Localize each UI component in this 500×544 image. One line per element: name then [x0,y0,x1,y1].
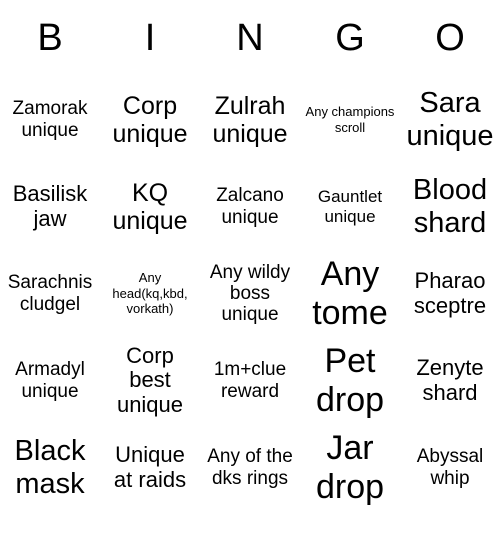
bingo-header-letter-i: I [144,17,156,59]
bingo-cell-label: Corp best unique [116,342,184,417]
bingo-cell-label: 1m+clue reward [213,359,287,402]
bingo-cell[interactable]: Unique at raids [100,424,200,511]
bingo-cell[interactable]: Sarachnis cludgel [0,250,100,337]
bingo-cell[interactable]: Any head(kq,kbd, vorkath) [100,250,200,337]
bingo-cell-label: Zalcano unique [216,185,284,228]
bingo-cell[interactable]: Any tome [300,250,400,337]
bingo-cell[interactable]: Basilisk jaw [0,163,100,250]
bingo-header-letter-o: O [435,17,465,59]
bingo-cell[interactable]: Sara unique [400,76,500,163]
bingo-cell[interactable]: 1m+clue reward [200,337,300,424]
bingo-cell-label: KQ unique [112,178,188,235]
bingo-cell-label: Jar drop [315,429,385,506]
bingo-cell[interactable]: Any wildy boss unique [200,250,300,337]
bingo-cell[interactable]: Corp unique [100,76,200,163]
bingo-cell-label: Any of the dks rings [207,446,293,489]
card-bottom-spacer [0,511,500,544]
bingo-header: B I N G O [0,0,500,76]
bingo-cell-label: Sarachnis cludgel [7,272,93,315]
bingo-cell[interactable]: Any champions scroll [300,76,400,163]
bingo-cell-label: Blood shard [412,174,488,239]
bingo-cell[interactable]: Zenyte shard [400,337,500,424]
bingo-cell[interactable]: Blood shard [400,163,500,250]
bingo-cell-label: Pharao sceptre [413,267,487,318]
bingo-cell-label: Any champions scroll [305,103,395,135]
bingo-cell[interactable]: Black mask [0,424,100,511]
bingo-header-letter-n: N [236,17,264,59]
bingo-header-letter-g: G [335,17,365,59]
bingo-cell[interactable]: Pet drop [300,337,400,424]
bingo-cell-label: Basilisk jaw [12,180,88,231]
bingo-cell[interactable]: Jar drop [300,424,400,511]
bingo-cell[interactable]: Zulrah unique [200,76,300,163]
bingo-grid: Zamorak unique Corp unique Zulrah unique An… [0,76,500,511]
bingo-cell-label: Black mask [14,435,86,500]
bingo-cell-label: Zenyte shard [416,354,484,405]
bingo-cell[interactable]: Any of the dks rings [200,424,300,511]
bingo-cell[interactable]: Zamorak unique [0,76,100,163]
bingo-cell[interactable]: Armadyl unique [0,337,100,424]
bingo-cell-label: Pet drop [315,342,385,419]
bingo-cell[interactable]: Zalcano unique [200,163,300,250]
bingo-cell-label: Any wildy boss unique [209,261,291,326]
bingo-cell[interactable]: Abyssal whip [400,424,500,511]
bingo-cell-label: Zulrah unique [212,91,288,148]
bingo-cell-label: Sara unique [406,87,494,152]
bingo-cell-label: Any tome [312,255,388,332]
bingo-cell-label: Zamorak unique [12,98,88,141]
bingo-cell[interactable]: Pharao sceptre [400,250,500,337]
bingo-cell[interactable]: Corp best unique [100,337,200,424]
bingo-card: B I N G O Zamorak unique Corp unique Zulra… [0,0,500,544]
bingo-cell-label: Armadyl unique [15,359,85,402]
bingo-cell-label: Abyssal whip [416,446,484,489]
bingo-header-letter-b: B [37,17,63,59]
bingo-cell[interactable]: Gauntlet unique [300,163,400,250]
bingo-cell[interactable]: KQ unique [100,163,200,250]
bingo-cell-label: Gauntlet unique [317,187,383,226]
bingo-cell-label: Any head(kq,kbd, vorkath) [112,269,188,317]
bingo-cell-label: Corp unique [112,91,188,148]
bingo-cell-label: Unique at raids [113,441,187,492]
